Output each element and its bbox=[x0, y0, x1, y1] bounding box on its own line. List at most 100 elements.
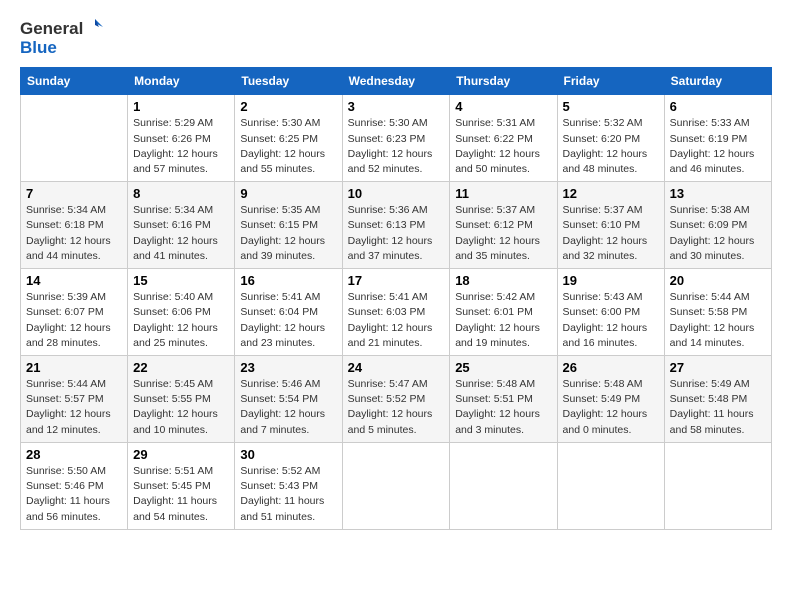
calendar-cell bbox=[664, 442, 771, 529]
calendar-cell: 17 Sunrise: 5:41 AM Sunset: 6:03 PM Dayli… bbox=[342, 269, 450, 356]
day-number: 3 bbox=[348, 99, 445, 114]
logo-blue-text: Blue bbox=[20, 39, 57, 58]
day-info: Sunrise: 5:42 AM Sunset: 6:01 PM Dayligh… bbox=[455, 290, 551, 351]
column-header-tuesday: Tuesday bbox=[235, 68, 342, 95]
day-info: Sunrise: 5:34 AM Sunset: 6:18 PM Dayligh… bbox=[26, 203, 122, 264]
day-info: Sunrise: 5:36 AM Sunset: 6:13 PM Dayligh… bbox=[348, 203, 445, 264]
week-row-5: 28Sunrise: 5:50 AM Sunset: 5:46 PM Dayli… bbox=[21, 442, 772, 529]
day-info: Sunrise: 5:41 AM Sunset: 6:04 PM Dayligh… bbox=[240, 290, 336, 351]
calendar-table: SundayMondayTuesdayWednesdayThursdayFrid… bbox=[20, 67, 772, 529]
day-number: 16 bbox=[240, 273, 336, 288]
page-header: General Blue bbox=[20, 20, 772, 57]
day-info: Sunrise: 5:30 AM Sunset: 6:25 PM Dayligh… bbox=[240, 116, 336, 177]
day-number: 22 bbox=[133, 360, 229, 375]
calendar-cell: 24Sunrise: 5:47 AM Sunset: 5:52 PM Dayli… bbox=[342, 356, 450, 443]
day-number: 19 bbox=[563, 273, 659, 288]
week-row-2: 7 Sunrise: 5:34 AM Sunset: 6:18 PM Daylig… bbox=[21, 182, 772, 269]
day-info: Sunrise: 5:48 AM Sunset: 5:49 PM Dayligh… bbox=[563, 377, 659, 438]
day-number: 13 bbox=[670, 186, 766, 201]
day-info: Sunrise: 5:43 AM Sunset: 6:00 PM Dayligh… bbox=[563, 290, 659, 351]
day-number: 12 bbox=[563, 186, 659, 201]
logo-general-text: General bbox=[20, 20, 83, 39]
day-info: Sunrise: 5:52 AM Sunset: 5:43 PM Dayligh… bbox=[240, 464, 336, 525]
day-info: Sunrise: 5:44 AM Sunset: 5:57 PM Dayligh… bbox=[26, 377, 122, 438]
day-info: Sunrise: 5:51 AM Sunset: 5:45 PM Dayligh… bbox=[133, 464, 229, 525]
calendar-cell: 3 Sunrise: 5:30 AM Sunset: 6:23 PM Daylig… bbox=[342, 95, 450, 182]
calendar-cell: 19 Sunrise: 5:43 AM Sunset: 6:00 PM Dayli… bbox=[557, 269, 664, 356]
day-number: 17 bbox=[348, 273, 445, 288]
day-info: Sunrise: 5:39 AM Sunset: 6:07 PM Dayligh… bbox=[26, 290, 122, 351]
day-info: Sunrise: 5:34 AM Sunset: 6:16 PM Dayligh… bbox=[133, 203, 229, 264]
calendar-cell: 10 Sunrise: 5:36 AM Sunset: 6:13 PM Dayli… bbox=[342, 182, 450, 269]
day-info: Sunrise: 5:31 AM Sunset: 6:22 PM Dayligh… bbox=[455, 116, 551, 177]
column-header-wednesday: Wednesday bbox=[342, 68, 450, 95]
day-number: 11 bbox=[455, 186, 551, 201]
calendar-cell: 13 Sunrise: 5:38 AM Sunset: 6:09 PM Dayli… bbox=[664, 182, 771, 269]
column-header-friday: Friday bbox=[557, 68, 664, 95]
day-number: 9 bbox=[240, 186, 336, 201]
logo: General Blue bbox=[20, 20, 105, 57]
calendar-cell: 18 Sunrise: 5:42 AM Sunset: 6:01 PM Dayli… bbox=[450, 269, 557, 356]
calendar-cell: 14 Sunrise: 5:39 AM Sunset: 6:07 PM Dayli… bbox=[21, 269, 128, 356]
calendar-cell: 5Sunrise: 5:32 AM Sunset: 6:20 PM Daylig… bbox=[557, 95, 664, 182]
week-row-1: 1 Sunrise: 5:29 AM Sunset: 6:26 PM Daylig… bbox=[21, 95, 772, 182]
day-info: Sunrise: 5:48 AM Sunset: 5:51 PM Dayligh… bbox=[455, 377, 551, 438]
column-header-thursday: Thursday bbox=[450, 68, 557, 95]
day-number: 8 bbox=[133, 186, 229, 201]
calendar-cell: 7 Sunrise: 5:34 AM Sunset: 6:18 PM Daylig… bbox=[21, 182, 128, 269]
calendar-cell: 9 Sunrise: 5:35 AM Sunset: 6:15 PM Daylig… bbox=[235, 182, 342, 269]
day-number: 27 bbox=[670, 360, 766, 375]
day-info: Sunrise: 5:41 AM Sunset: 6:03 PM Dayligh… bbox=[348, 290, 445, 351]
calendar-cell: 21 Sunrise: 5:44 AM Sunset: 5:57 PM Dayli… bbox=[21, 356, 128, 443]
day-number: 10 bbox=[348, 186, 445, 201]
calendar-cell: 20 Sunrise: 5:44 AM Sunset: 5:58 PM Dayli… bbox=[664, 269, 771, 356]
day-number: 20 bbox=[670, 273, 766, 288]
calendar-cell: 8 Sunrise: 5:34 AM Sunset: 6:16 PM Daylig… bbox=[128, 182, 235, 269]
day-info: Sunrise: 5:44 AM Sunset: 5:58 PM Dayligh… bbox=[670, 290, 766, 351]
calendar-cell: 1 Sunrise: 5:29 AM Sunset: 6:26 PM Daylig… bbox=[128, 95, 235, 182]
day-number: 21 bbox=[26, 360, 122, 375]
calendar-cell: 4 Sunrise: 5:31 AM Sunset: 6:22 PM Daylig… bbox=[450, 95, 557, 182]
calendar-cell: 11Sunrise: 5:37 AM Sunset: 6:12 PM Dayli… bbox=[450, 182, 557, 269]
day-info: Sunrise: 5:30 AM Sunset: 6:23 PM Dayligh… bbox=[348, 116, 445, 177]
week-row-3: 14 Sunrise: 5:39 AM Sunset: 6:07 PM Dayli… bbox=[21, 269, 772, 356]
day-number: 25 bbox=[455, 360, 551, 375]
week-row-4: 21 Sunrise: 5:44 AM Sunset: 5:57 PM Dayli… bbox=[21, 356, 772, 443]
calendar-cell: 28Sunrise: 5:50 AM Sunset: 5:46 PM Dayli… bbox=[21, 442, 128, 529]
calendar-cell bbox=[450, 442, 557, 529]
day-number: 23 bbox=[240, 360, 336, 375]
day-number: 15 bbox=[133, 273, 229, 288]
calendar-cell: 16 Sunrise: 5:41 AM Sunset: 6:04 PM Dayli… bbox=[235, 269, 342, 356]
day-info: Sunrise: 5:50 AM Sunset: 5:46 PM Dayligh… bbox=[26, 464, 122, 525]
day-number: 7 bbox=[26, 186, 122, 201]
day-number: 5 bbox=[563, 99, 659, 114]
calendar-cell bbox=[557, 442, 664, 529]
day-number: 29 bbox=[133, 447, 229, 462]
day-info: Sunrise: 5:38 AM Sunset: 6:09 PM Dayligh… bbox=[670, 203, 766, 264]
logo-bird-icon bbox=[85, 17, 105, 37]
calendar-cell: 30Sunrise: 5:52 AM Sunset: 5:43 PM Dayli… bbox=[235, 442, 342, 529]
calendar-cell: 29 Sunrise: 5:51 AM Sunset: 5:45 PM Dayli… bbox=[128, 442, 235, 529]
day-info: Sunrise: 5:49 AM Sunset: 5:48 PM Dayligh… bbox=[670, 377, 766, 438]
day-number: 1 bbox=[133, 99, 229, 114]
calendar-cell: 27 Sunrise: 5:49 AM Sunset: 5:48 PM Dayli… bbox=[664, 356, 771, 443]
day-info: Sunrise: 5:35 AM Sunset: 6:15 PM Dayligh… bbox=[240, 203, 336, 264]
day-number: 24 bbox=[348, 360, 445, 375]
calendar-cell: 26Sunrise: 5:48 AM Sunset: 5:49 PM Dayli… bbox=[557, 356, 664, 443]
calendar-cell: 6 Sunrise: 5:33 AM Sunset: 6:19 PM Daylig… bbox=[664, 95, 771, 182]
column-header-saturday: Saturday bbox=[664, 68, 771, 95]
day-info: Sunrise: 5:29 AM Sunset: 6:26 PM Dayligh… bbox=[133, 116, 229, 177]
column-header-sunday: Sunday bbox=[21, 68, 128, 95]
calendar-cell: 23 Sunrise: 5:46 AM Sunset: 5:54 PM Dayli… bbox=[235, 356, 342, 443]
day-number: 4 bbox=[455, 99, 551, 114]
day-number: 18 bbox=[455, 273, 551, 288]
day-info: Sunrise: 5:37 AM Sunset: 6:10 PM Dayligh… bbox=[563, 203, 659, 264]
day-info: Sunrise: 5:33 AM Sunset: 6:19 PM Dayligh… bbox=[670, 116, 766, 177]
calendar-cell: 2Sunrise: 5:30 AM Sunset: 6:25 PM Daylig… bbox=[235, 95, 342, 182]
day-number: 6 bbox=[670, 99, 766, 114]
day-info: Sunrise: 5:46 AM Sunset: 5:54 PM Dayligh… bbox=[240, 377, 336, 438]
calendar-cell: 22Sunrise: 5:45 AM Sunset: 5:55 PM Dayli… bbox=[128, 356, 235, 443]
calendar-cell: 15Sunrise: 5:40 AM Sunset: 6:06 PM Dayli… bbox=[128, 269, 235, 356]
day-number: 14 bbox=[26, 273, 122, 288]
calendar-cell bbox=[21, 95, 128, 182]
